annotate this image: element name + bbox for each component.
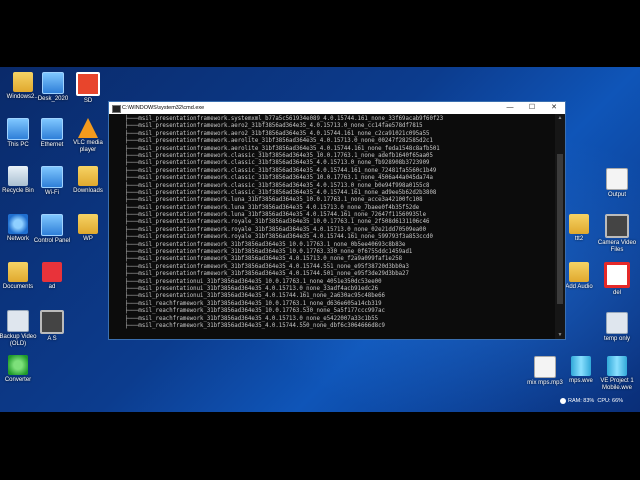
power-icon (76, 72, 100, 96)
red-arrows-icon (42, 262, 62, 282)
desktop-icon-ad[interactable]: ad (29, 262, 75, 291)
desktop-icon-label: Camera Video Files (597, 240, 637, 253)
cmd-title: C:\WINDOWS\system32\cmd.exe (122, 105, 205, 111)
desktop-icon-del[interactable]: del (594, 262, 640, 297)
computer-icon (7, 118, 29, 140)
console-line: ├───msil_presentationframework_31bf3856a… (111, 271, 409, 278)
console-line: ├───msil_presentationui_31bf3856ad364e35… (111, 278, 382, 285)
system-monitor: RAM: 83% CPU: 66% (560, 395, 640, 407)
desktop-icon-label: Output (607, 192, 626, 198)
audio-file-icon (534, 356, 556, 378)
maximize-button[interactable]: ☐ (521, 102, 543, 114)
desktop-icon-label: SD (83, 98, 93, 104)
console-line: ├───msil_presentationframework.aero2_31b… (111, 123, 423, 130)
close-button[interactable]: ✕ (543, 102, 565, 114)
document-icon (606, 168, 628, 190)
desktop-icon-converter[interactable]: Converter (0, 355, 41, 384)
no-entry-icon (604, 262, 630, 288)
console-line: ├───msil_presentationframework.aerolite_… (111, 145, 440, 152)
drive-icon (7, 310, 29, 332)
control-panel-icon (41, 214, 63, 236)
desktop-icon-downloads[interactable]: Downloads (65, 166, 111, 195)
cmd-window[interactable]: C:\WINDOWS\system32\cmd.exe — ☐ ✕ ├───ms… (108, 101, 566, 340)
vlc-icon (78, 118, 98, 138)
desktop-icon-label: temp only (603, 336, 630, 342)
desktop-icon-ve-project[interactable]: VE Project 1 Mobile.wve (594, 356, 640, 392)
console-line: ├───msil_presentationframework.luna_31bf… (111, 197, 423, 204)
green-arrow-icon (8, 355, 28, 375)
desktop-icon-label: ad (48, 284, 56, 290)
console-line: ├───msil_presentationframework.royale_31… (111, 219, 430, 226)
folder-icon (569, 262, 589, 282)
desktop-icon-vlc[interactable]: VLC media player (65, 118, 111, 154)
wifi-computer-icon (41, 166, 63, 188)
video-file-icon (607, 356, 627, 376)
console-line: ├───msil_presentationframework.aerolite_… (111, 138, 433, 145)
console-line: ├───msil_presentationframework.classic_3… (111, 175, 433, 182)
desktop-icon-temp-only[interactable]: temp only (594, 312, 640, 343)
camera-icon (40, 310, 64, 334)
console-line: ├───msil_presentationui_31bf3856ad364e35… (111, 293, 385, 300)
desktop-icon-label: WP (83, 236, 93, 242)
desktop-icon-a-s[interactable]: A S (29, 310, 75, 343)
minimize-button[interactable]: — (499, 102, 521, 114)
console-line: ├───msil_presentationframework.classic_3… (111, 182, 430, 189)
folder-icon (569, 214, 589, 234)
desktop-icon-label: Wi-Fi (45, 190, 59, 196)
desktop-icon-label: VE Project 1 Mobile.wve (600, 378, 634, 391)
desktop-icon-label: Downloads (73, 188, 103, 194)
recycle-bin-icon (8, 166, 28, 186)
scrollbar-thumb[interactable] (557, 154, 563, 304)
desktop-icon-label: del (612, 290, 621, 296)
camera-icon (605, 214, 629, 238)
vertical-scrollbar[interactable]: ▲ ▼ (555, 114, 565, 339)
desktop-icon-label: A S (47, 336, 57, 342)
console-line: ├───msil_reachframework_31bf3856ad364e35… (111, 322, 385, 329)
console-output[interactable]: ├───msil_presentationframework.systemxml… (109, 114, 555, 339)
desktop-icon-wp[interactable]: WP (65, 214, 111, 243)
ram-indicator-icon (560, 397, 566, 404)
desktop-icon-label: This PC (7, 142, 29, 148)
network-icon (8, 214, 28, 234)
scroll-up-icon[interactable]: ▲ (555, 114, 565, 122)
desktop-icon-output[interactable]: Output (594, 168, 640, 199)
console-line: ├───msil_presentationframework_31bf3856a… (111, 241, 406, 248)
desktop-icon-label: Ethernet (40, 142, 64, 148)
console-line: ├───msil_presentationframework_31bf3856a… (111, 256, 403, 263)
desktop-icon-label: Converter (4, 377, 32, 383)
video-file-icon (571, 356, 591, 376)
console-line: ├───msil_presentationframework.classic_3… (111, 160, 430, 167)
desktop-icon-camera-video-files[interactable]: Camera Video Files (594, 214, 640, 254)
desktop-icon-label: Network (6, 236, 29, 242)
desktop-icon-label: mps.wve (569, 378, 593, 384)
toolbox-icon (78, 214, 98, 234)
console-line: ├───msil_reachframework_31bf3856ad364e35… (111, 308, 385, 315)
drive-icon (606, 312, 628, 334)
folder-icon (8, 262, 28, 282)
desktop-icon-label: ttt2 (574, 236, 584, 242)
cmd-titlebar[interactable]: C:\WINDOWS\system32\cmd.exe — ☐ ✕ (109, 102, 565, 114)
desktop-icon-sd[interactable]: SD (65, 72, 111, 105)
monitor-icon (42, 72, 64, 94)
desktop-icon-label: Desk_2020 (37, 96, 69, 102)
desktop-icon-label: Add Audio (565, 284, 593, 290)
folder-icon (78, 166, 98, 186)
desktop-icon-label: VLC media player (73, 140, 103, 153)
console-line: ├───msil_reachframework_31bf3856ad364e35… (111, 315, 379, 322)
cpu-usage: CPU: 66% (597, 398, 624, 404)
scroll-down-icon[interactable]: ▼ (555, 331, 565, 339)
console-line: ├───msil_presentationframework.luna_31bf… (111, 204, 420, 211)
ram-usage: RAM: 83% (568, 398, 595, 404)
console-line: ├───msil_presentationframework.royale_31… (111, 234, 433, 241)
cmd-app-icon (112, 105, 121, 113)
network-computer-icon (41, 118, 63, 140)
